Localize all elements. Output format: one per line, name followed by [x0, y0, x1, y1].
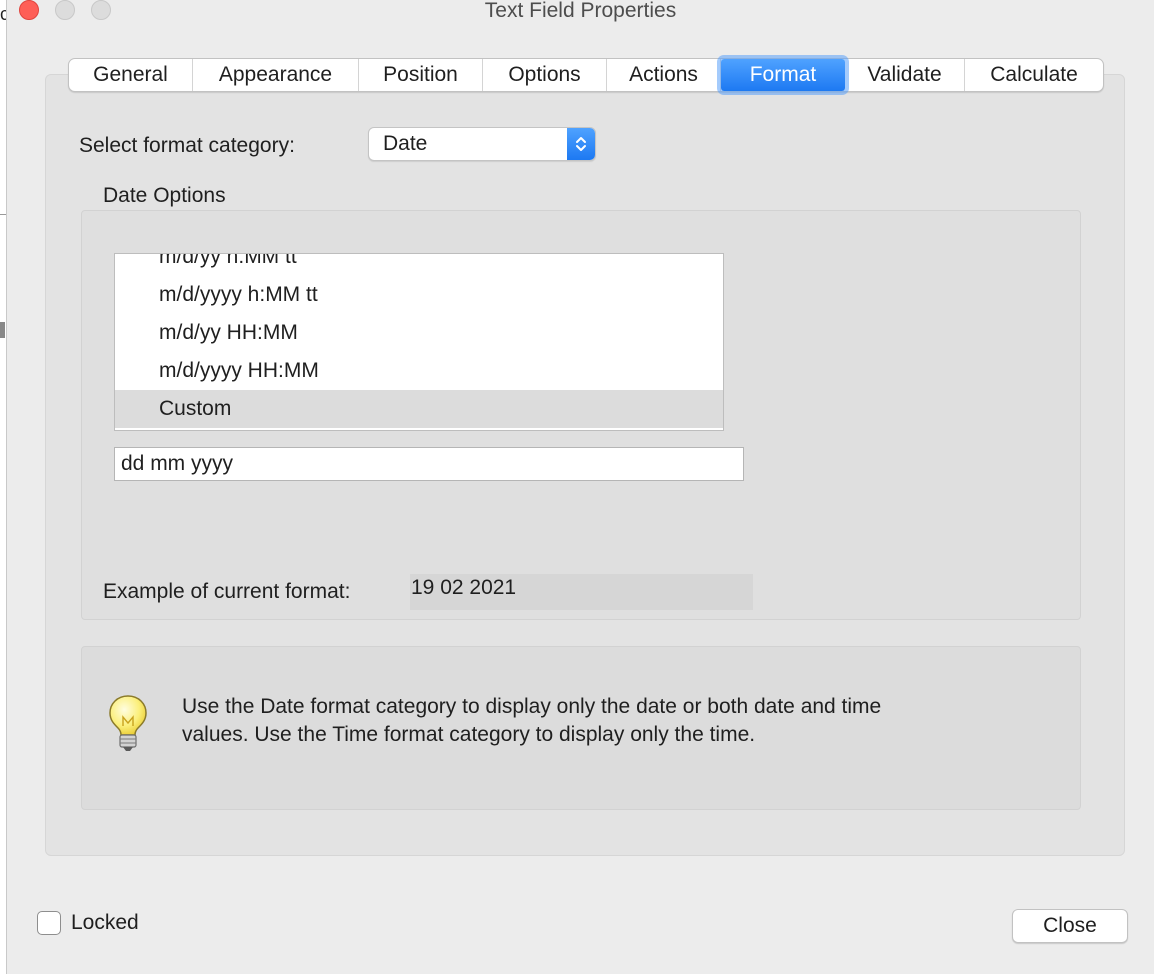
example-format-label: Example of current format: [103, 580, 351, 603]
format-category-label: Select format category: [79, 134, 295, 157]
list-item-label: m/d/yyyy HH:MM [159, 359, 319, 382]
tab-format-label: Format [749, 63, 817, 86]
format-category-select[interactable]: Date [368, 127, 596, 161]
tab-actions[interactable]: Actions [607, 59, 721, 91]
tab-general-label: General [93, 63, 168, 86]
tab-calculate[interactable]: Calculate [965, 59, 1103, 91]
list-item-label: Custom [159, 397, 232, 420]
tab-appearance-label: Appearance [218, 63, 333, 86]
locked-label: Locked [71, 911, 139, 934]
list-item-custom[interactable]: Custom [115, 390, 723, 428]
window-title: Text Field Properties [484, 0, 677, 22]
title-bar: Text Field Properties [7, 0, 1154, 24]
info-text: Use the Date format category to display … [182, 693, 1042, 749]
locked-checkbox[interactable] [37, 911, 61, 935]
lightbulb-icon [106, 693, 150, 760]
chevron-up-down-icon [567, 128, 595, 160]
list-item-label: m/d/yy HH:MM [159, 321, 298, 344]
date-options-heading: Date Options [103, 184, 226, 207]
tab-position-label: Position [383, 63, 458, 86]
list-item[interactable]: m/d/yyyy h:MM tt [115, 276, 723, 314]
tab-appearance[interactable]: Appearance [193, 59, 359, 91]
tab-validate[interactable]: Validate [845, 59, 965, 91]
info-text-line: Use the Date format category to display … [182, 695, 882, 718]
close-button[interactable]: Close [1012, 909, 1128, 943]
list-item[interactable]: m/d/yy HH:MM [115, 314, 723, 352]
tab-bar: General Appearance Position Options Acti… [68, 58, 1104, 92]
tab-actions-label: Actions [629, 63, 698, 86]
tab-general[interactable]: General [69, 59, 193, 91]
custom-format-input[interactable] [114, 447, 744, 481]
info-text-line: values. Use the Time format category to … [182, 723, 756, 746]
list-item-label: m/d/yy h:MM tt [159, 253, 297, 268]
list-item[interactable]: m/d/yyyy HH:MM [115, 352, 723, 390]
info-panel: Use the Date format category to display … [81, 646, 1081, 810]
format-category-value: Date [383, 132, 428, 155]
background-window-handle [0, 322, 5, 338]
date-format-list[interactable]: m/d/yy h:MM tt m/d/yyyy h:MM tt m/d/yy H… [114, 253, 724, 431]
tab-options-label: Options [508, 63, 581, 86]
tab-calculate-label: Calculate [990, 63, 1078, 86]
text-field-properties-dialog: Text Field Properties General Appearance… [6, 0, 1154, 974]
example-format-value: 19 02 2021 [410, 574, 753, 610]
tab-format[interactable]: Format [721, 59, 845, 91]
list-item-label: m/d/yyyy h:MM tt [159, 283, 318, 306]
tab-position[interactable]: Position [359, 59, 483, 91]
tab-options[interactable]: Options [483, 59, 607, 91]
list-item[interactable]: m/d/yy h:MM tt [115, 253, 723, 276]
tab-validate-label: Validate [867, 63, 942, 86]
